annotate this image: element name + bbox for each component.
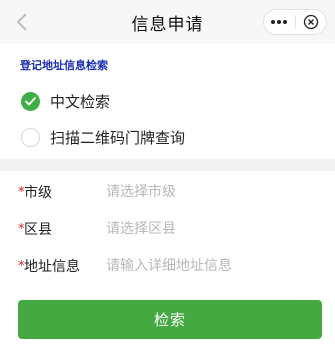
back-button[interactable]	[10, 10, 34, 34]
radio-option-label: 中文检索	[50, 92, 111, 111]
close-circle-icon	[303, 14, 318, 30]
nav-bar: 信息申请	[0, 0, 335, 44]
radio-option-qr-scan[interactable]: 扫描二维码门牌查询	[0, 120, 335, 154]
radio-unchecked-icon	[21, 127, 40, 147]
section-separator	[0, 159, 335, 171]
more-dots-icon	[271, 20, 288, 24]
form-row-city: * 市级	[0, 174, 335, 210]
chevron-left-icon	[16, 13, 27, 31]
close-button[interactable]	[296, 10, 327, 34]
more-button[interactable]	[264, 10, 295, 34]
capsule-menu	[263, 9, 327, 35]
radio-checked-icon	[21, 91, 40, 111]
section-header: 登记地址信息检索	[0, 53, 335, 77]
district-select[interactable]	[106, 221, 316, 237]
field-label-district: 区县	[24, 222, 52, 238]
checkmark-icon	[25, 96, 36, 105]
section-title: 登记地址信息检索	[20, 59, 108, 72]
field-label-address: 地址信息	[24, 259, 80, 275]
field-label-city: 市级	[24, 185, 52, 201]
search-button[interactable]: 检索	[18, 300, 322, 339]
city-select[interactable]	[106, 184, 316, 200]
form-row-address: * 地址信息	[0, 248, 335, 284]
address-input[interactable]	[106, 258, 316, 274]
radio-option-label: 扫描二维码门牌查询	[50, 128, 186, 147]
page-title: 信息申请	[131, 14, 204, 35]
radio-option-chinese-search[interactable]: 中文检索	[0, 84, 335, 118]
form-row-district: * 区县	[0, 211, 335, 247]
